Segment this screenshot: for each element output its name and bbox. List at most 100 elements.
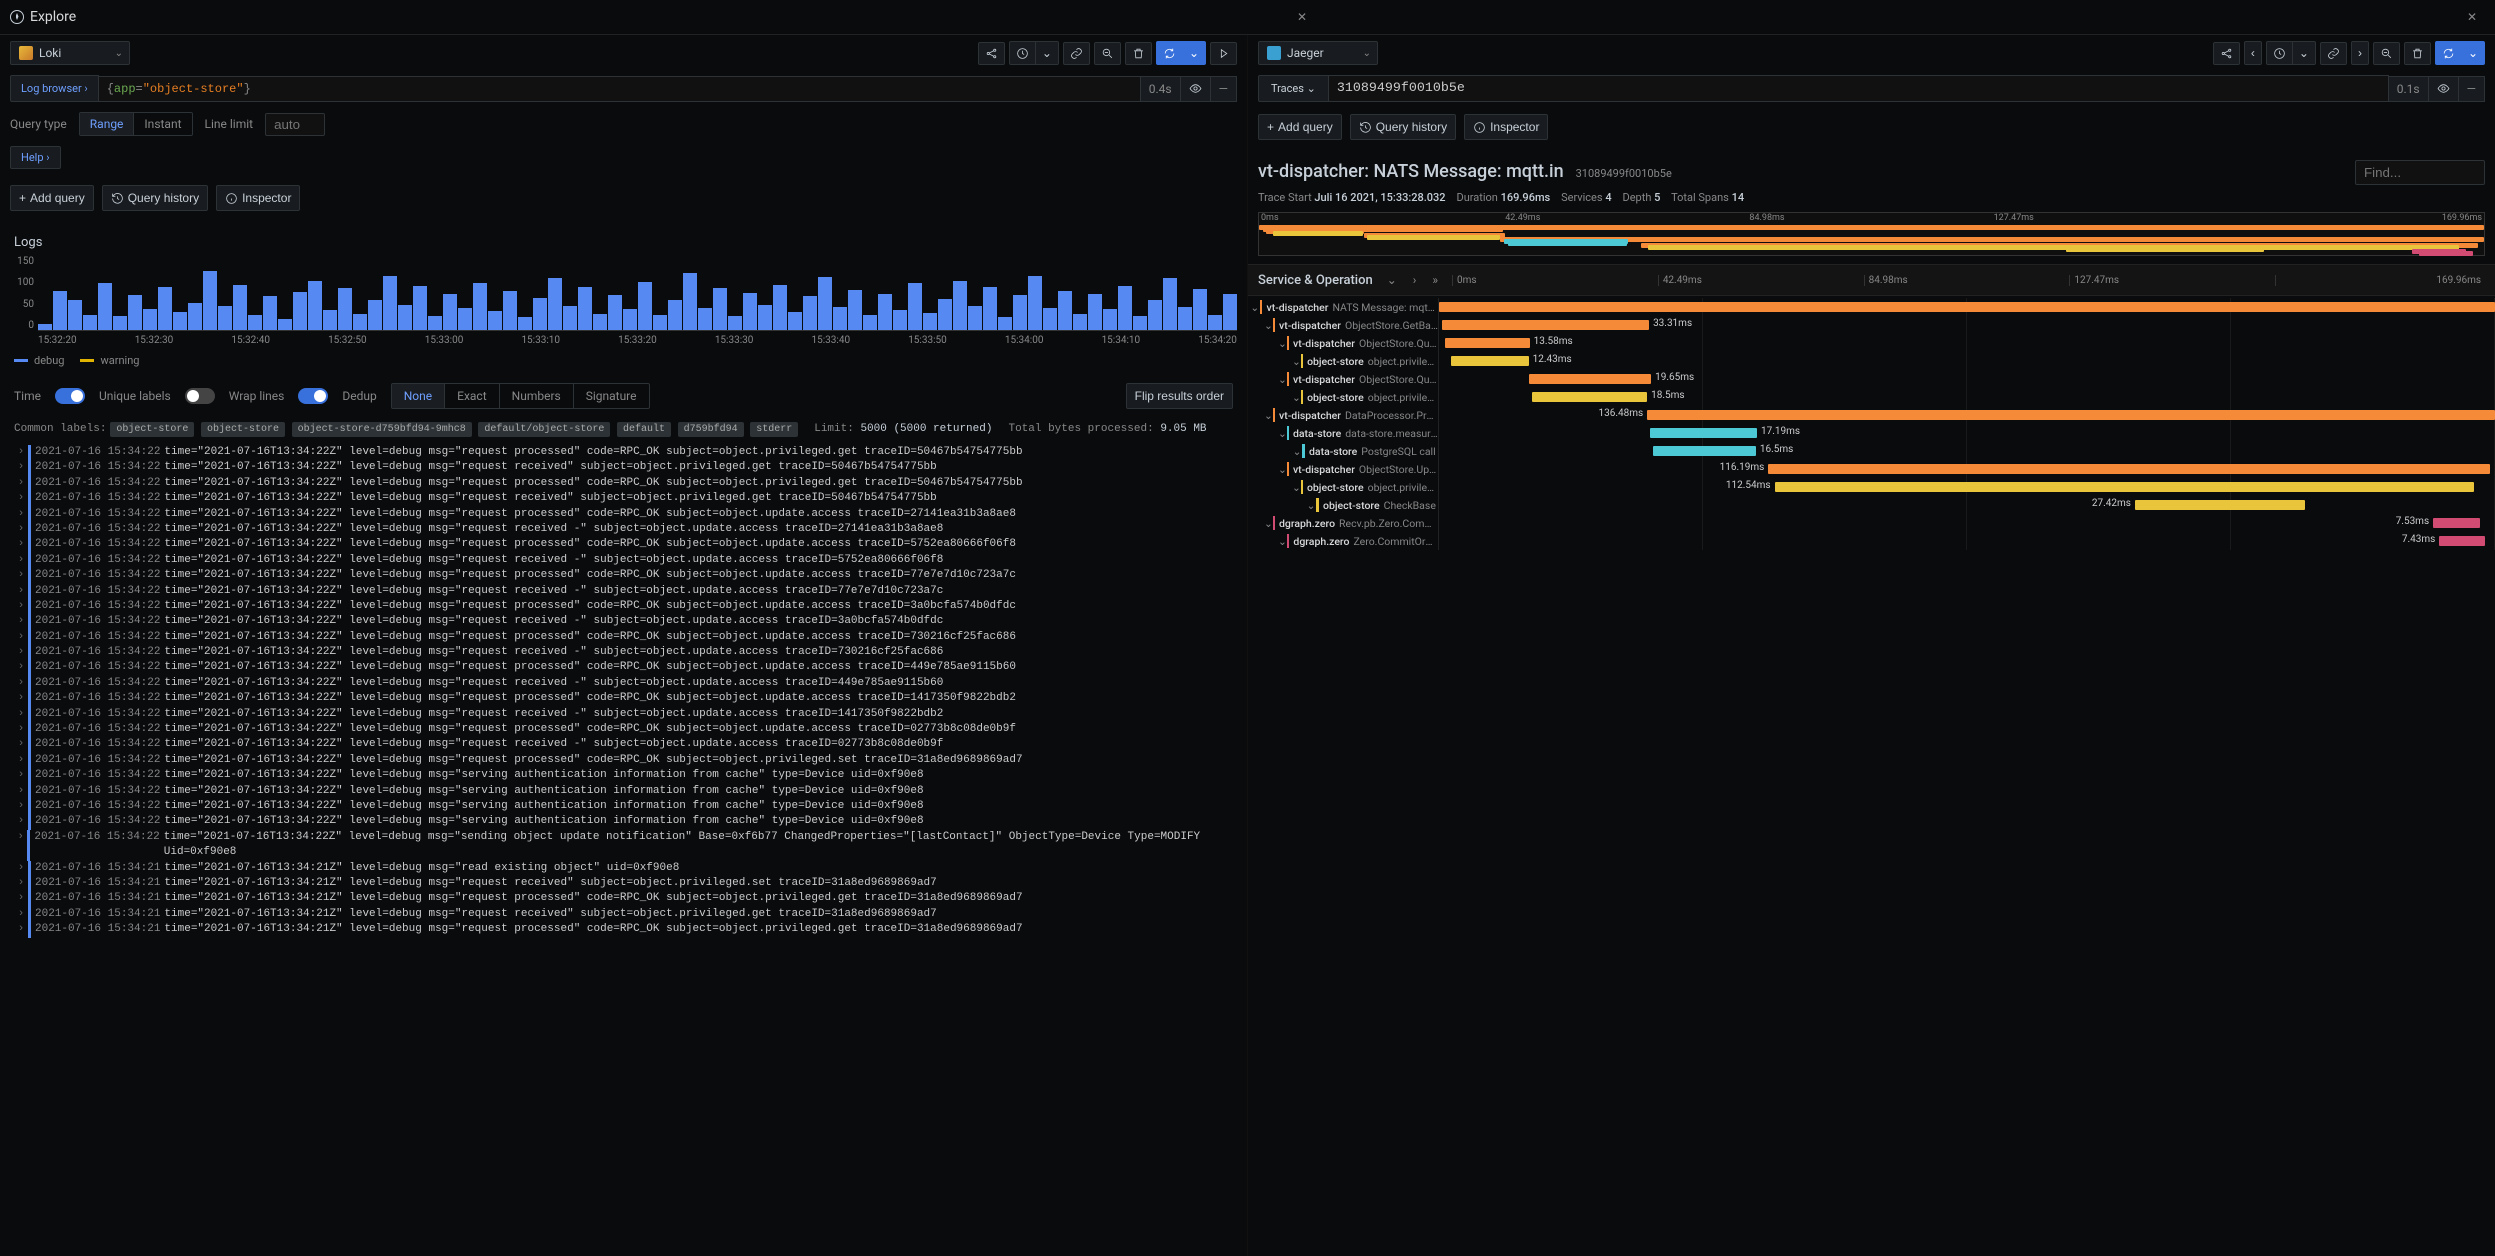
query-type-tabs[interactable]: Range Instant [79, 112, 193, 136]
log-line[interactable]: ›2021-07-16 15:34:22time="2021-07-16T13:… [14, 830, 1237, 861]
query-history-button[interactable]: Query history [102, 185, 208, 211]
chevron-down-icon[interactable]: ⌄ [1250, 301, 1260, 314]
time-picker-button-r[interactable] [2266, 41, 2292, 65]
zoom-out-button[interactable] [1094, 42, 1121, 65]
link-button[interactable] [1063, 42, 1090, 65]
nav-next-button[interactable]: › [2351, 41, 2369, 65]
flip-order-button[interactable]: Flip results order [1126, 383, 1233, 409]
chevron-down-icon[interactable]: ⌄ [1278, 463, 1287, 476]
time-dropdown-button[interactable]: ⌄ [1035, 41, 1059, 65]
dedup-option[interactable]: Numbers [500, 384, 574, 408]
log-line[interactable]: ›2021-07-16 15:34:21time="2021-07-16T13:… [14, 922, 1237, 937]
chevron-down-icon[interactable]: ⌄ [1278, 373, 1287, 386]
unique-labels-toggle[interactable] [185, 388, 215, 404]
log-line[interactable]: ›2021-07-16 15:34:22time="2021-07-16T13:… [14, 614, 1237, 629]
share-button[interactable] [978, 42, 1005, 65]
log-line[interactable]: ›2021-07-16 15:34:22time="2021-07-16T13:… [14, 537, 1237, 552]
log-line[interactable]: ›2021-07-16 15:34:22time="2021-07-16T13:… [14, 799, 1237, 814]
log-line[interactable]: ›2021-07-16 15:34:22time="2021-07-16T13:… [14, 660, 1237, 675]
run-dropdown-button-r[interactable]: ⌄ [2461, 41, 2485, 65]
run-button-r[interactable] [2435, 41, 2461, 65]
chevron-down-icon[interactable]: ⌄ [1264, 517, 1273, 530]
log-line[interactable]: ›2021-07-16 15:34:22time="2021-07-16T13:… [14, 568, 1237, 583]
log-line[interactable]: ›2021-07-16 15:34:21time="2021-07-16T13:… [14, 861, 1237, 876]
log-line[interactable]: ›2021-07-16 15:34:22time="2021-07-16T13:… [14, 460, 1237, 475]
log-line[interactable]: ›2021-07-16 15:34:22time="2021-07-16T13:… [14, 507, 1237, 522]
logs-chart[interactable]: 150100500 [10, 256, 1237, 331]
span-row[interactable]: ⌄vt-dispatcherObjectStore.QuerySin...19.… [1248, 370, 2495, 388]
log-line[interactable]: ›2021-07-16 15:34:22time="2021-07-16T13:… [14, 814, 1237, 829]
share-button-r[interactable] [2213, 42, 2240, 65]
legend-item[interactable]: debug [14, 354, 64, 367]
run-button[interactable] [1156, 41, 1182, 65]
log-line[interactable]: ›2021-07-16 15:34:21time="2021-07-16T13:… [14, 891, 1237, 906]
time-picker-button[interactable] [1009, 41, 1035, 65]
find-input[interactable] [2355, 160, 2485, 185]
link-button-r[interactable] [2320, 42, 2347, 65]
log-browser-button[interactable]: Log browser › [10, 75, 99, 102]
log-line[interactable]: ›2021-07-16 15:34:21time="2021-07-16T13:… [14, 907, 1237, 922]
expand-all-button[interactable]: » [1428, 271, 1442, 289]
dedup-radio-group[interactable]: NoneExactNumbersSignature [391, 383, 650, 409]
query-input[interactable]: {app="object-store"} [99, 76, 1141, 102]
log-line[interactable]: ›2021-07-16 15:34:22time="2021-07-16T13:… [14, 645, 1237, 660]
chevron-down-icon[interactable]: ⌄ [1292, 445, 1302, 458]
chevron-down-icon[interactable]: ⌄ [1278, 535, 1287, 548]
dedup-option[interactable]: Exact [445, 384, 500, 408]
span-row[interactable]: ⌄data-storePostgreSQL call16.5ms [1248, 442, 2495, 460]
query-collapse-button-r[interactable]: — [2459, 76, 2485, 102]
query-eye-button[interactable] [1181, 76, 1211, 102]
span-row[interactable]: ⌄object-storeobject.privileged.se...112.… [1248, 478, 2495, 496]
collapse-all-button[interactable]: ⌄ [1383, 271, 1401, 289]
tab-instant[interactable]: Instant [134, 113, 191, 135]
wrap-lines-toggle[interactable] [298, 388, 328, 404]
chevron-down-icon[interactable]: ⌄ [1278, 427, 1287, 440]
chevron-down-icon[interactable]: ⌄ [1292, 391, 1301, 404]
query-history-button-r[interactable]: Query history [1350, 114, 1456, 140]
live-button[interactable] [1210, 42, 1237, 65]
log-line[interactable]: ›2021-07-16 15:34:22time="2021-07-16T13:… [14, 476, 1237, 491]
log-line[interactable]: ›2021-07-16 15:34:22time="2021-07-16T13:… [14, 784, 1237, 799]
inspector-button-r[interactable]: Inspector [1464, 114, 1548, 140]
tab-range[interactable]: Range [80, 113, 135, 135]
clear-button-r[interactable] [2404, 42, 2431, 65]
log-line[interactable]: ›2021-07-16 15:34:22time="2021-07-16T13:… [14, 676, 1237, 691]
log-line[interactable]: ›2021-07-16 15:34:22time="2021-07-16T13:… [14, 768, 1237, 783]
chevron-down-icon[interactable]: ⌄ [1264, 409, 1273, 422]
clear-button[interactable] [1125, 42, 1152, 65]
time-dropdown-button-r[interactable]: ⌄ [2292, 41, 2316, 65]
span-row[interactable]: ⌄object-storeobject.privileged.g...18.5m… [1248, 388, 2495, 406]
span-row[interactable]: ⌄vt-dispatcherObjectStore.QuerySin...13.… [1248, 334, 2495, 352]
close-left-icon[interactable]: ✕ [1289, 6, 1315, 28]
log-line[interactable]: ›2021-07-16 15:34:22time="2021-07-16T13:… [14, 722, 1237, 737]
zoom-out-button-r[interactable] [2373, 42, 2400, 65]
run-dropdown-button[interactable]: ⌄ [1182, 41, 1206, 65]
chevron-down-icon[interactable]: ⌄ [1292, 481, 1301, 494]
chevron-down-icon[interactable]: ⌄ [1292, 355, 1301, 368]
log-line[interactable]: ›2021-07-16 15:34:22time="2021-07-16T13:… [14, 737, 1237, 752]
log-line[interactable]: ›2021-07-16 15:34:22time="2021-07-16T13:… [14, 522, 1237, 537]
span-row[interactable]: ⌄dgraph.zeroRecv.pb.Zero.CommitOrAbort7.… [1248, 514, 2495, 532]
chevron-down-icon[interactable]: ⌄ [1264, 319, 1273, 332]
query-eye-button-r[interactable] [2429, 76, 2459, 102]
close-right-icon[interactable]: ✕ [2459, 6, 2485, 28]
time-toggle[interactable] [55, 388, 85, 404]
log-line[interactable]: ›2021-07-16 15:34:21time="2021-07-16T13:… [14, 876, 1237, 891]
log-line[interactable]: ›2021-07-16 15:34:22time="2021-07-16T13:… [14, 491, 1237, 506]
datasource-picker-right[interactable]: Jaeger ⌄ [1258, 41, 1378, 65]
traces-dropdown-button[interactable]: Traces ⌄ [1258, 75, 1329, 102]
log-line[interactable]: ›2021-07-16 15:34:22time="2021-07-16T13:… [14, 630, 1237, 645]
span-row[interactable]: ⌄object-storeobject.privileged.g...12.43… [1248, 352, 2495, 370]
span-row[interactable]: ⌄vt-dispatcherDataProcessor.ProcessM...1… [1248, 406, 2495, 424]
log-line[interactable]: ›2021-07-16 15:34:22time="2021-07-16T13:… [14, 599, 1237, 614]
span-row[interactable]: ⌄vt-dispatcherObjectStore.UpdateDe...116… [1248, 460, 2495, 478]
inspector-button[interactable]: Inspector [216, 185, 300, 211]
log-list[interactable]: ›2021-07-16 15:34:22time="2021-07-16T13:… [10, 441, 1237, 948]
line-limit-input[interactable] [265, 113, 325, 136]
dedup-option[interactable]: Signature [574, 384, 649, 408]
query-collapse-button[interactable]: — [1211, 76, 1237, 102]
nav-prev-button[interactable]: ‹ [2244, 41, 2262, 65]
trace-minimap[interactable]: 0ms42.49ms84.98ms127.47ms169.96ms [1258, 212, 2485, 256]
log-line[interactable]: ›2021-07-16 15:34:22time="2021-07-16T13:… [14, 445, 1237, 460]
dedup-option[interactable]: None [392, 384, 445, 408]
